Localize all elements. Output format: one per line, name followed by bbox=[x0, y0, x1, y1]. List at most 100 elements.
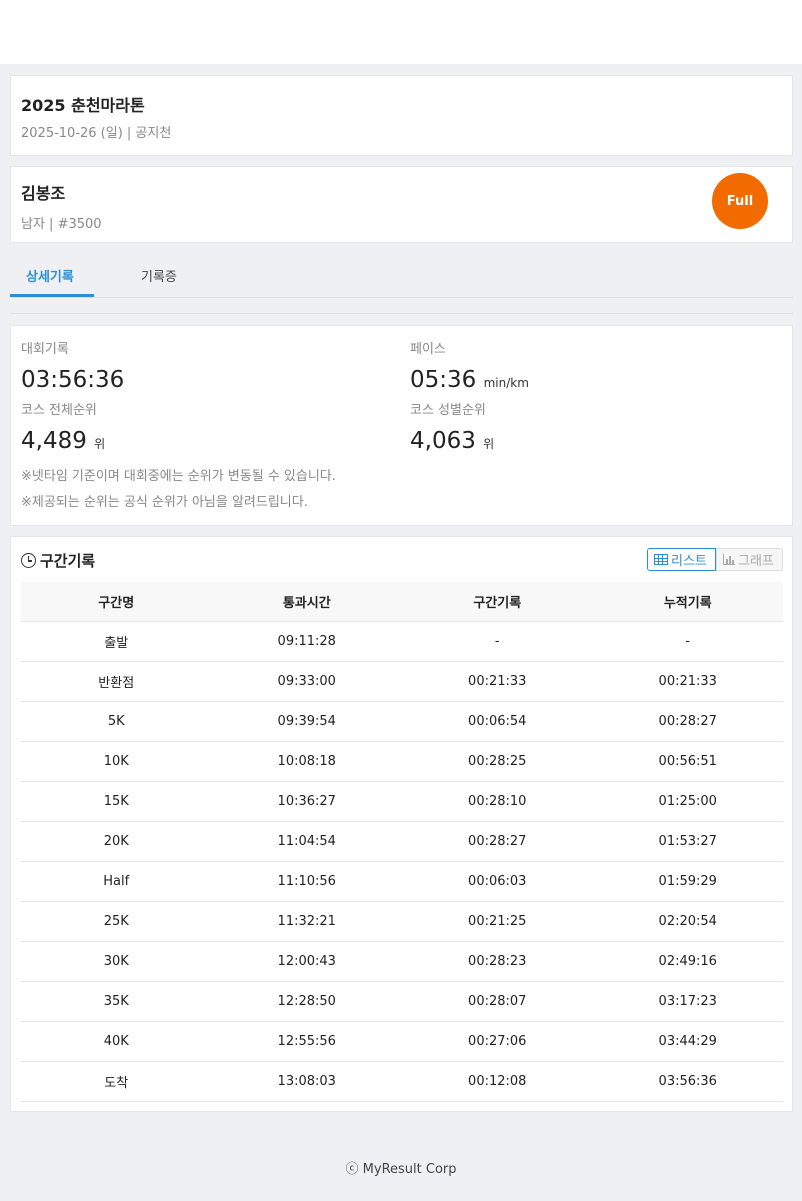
cumulative-time-cell: 03:17:23 bbox=[592, 981, 783, 1022]
footer: ⓒ MyResult Corp bbox=[0, 1158, 802, 1177]
table-row: 도착 13:08:03 00:12:08 03:56:36 bbox=[21, 1061, 783, 1102]
split-time-cell: 00:21:33 bbox=[402, 661, 593, 702]
segment-name-cell: 30K bbox=[21, 941, 212, 982]
splits-card: 구간기록 리스트 그래프 구간명 통과시간 구간기록 누적기록 출발 09:11:… bbox=[10, 536, 793, 1112]
pace-label: 페이스 bbox=[410, 342, 446, 357]
table-row: 15K 10:36:27 00:28:10 01:25:00 bbox=[21, 781, 783, 822]
split-time-cell: 00:27:06 bbox=[402, 1021, 593, 1062]
table-icon bbox=[654, 554, 668, 565]
cumulative-time-cell: 00:28:27 bbox=[592, 701, 783, 742]
split-time-cell: 00:06:54 bbox=[402, 701, 593, 742]
list-view-button[interactable]: 리스트 bbox=[647, 548, 716, 571]
table-row: 5K 09:39:54 00:06:54 00:28:27 bbox=[21, 701, 783, 742]
graph-view-label: 그래프 bbox=[738, 554, 774, 569]
segment-name-cell: 5K bbox=[21, 701, 212, 742]
pass-time-cell: 09:11:28 bbox=[211, 621, 402, 662]
cumulative-time-cell: 03:44:29 bbox=[592, 1021, 783, 1062]
split-time-cell: 00:28:07 bbox=[402, 981, 593, 1022]
top-header bbox=[0, 0, 802, 64]
split-time-cell: 00:21:25 bbox=[402, 901, 593, 942]
finish-time-label: 대회기록 bbox=[21, 342, 69, 357]
segment-name-cell: Half bbox=[21, 861, 212, 902]
cumulative-time-cell: - bbox=[592, 621, 783, 662]
cumulative-time-cell: 00:56:51 bbox=[592, 741, 783, 782]
event-date-location: 2025-10-26 (일) | 공지천 bbox=[21, 126, 172, 141]
event-card: 2025 춘천마라톤 2025-10-26 (일) | 공지천 bbox=[10, 75, 793, 156]
pass-time-cell: 12:00:43 bbox=[211, 941, 402, 982]
pass-time-cell: 12:28:50 bbox=[211, 981, 402, 1022]
table-row: 25K 11:32:21 00:21:25 02:20:54 bbox=[21, 901, 783, 942]
net-time-note: ※넷타임 기준이며 대회중에는 순위가 변동될 수 있습니다. bbox=[21, 469, 336, 484]
table-row: 출발 09:11:28- - bbox=[21, 621, 783, 662]
segment-name-cell: 25K bbox=[21, 901, 212, 942]
splits-title: 구간기록 bbox=[40, 552, 96, 570]
segment-name-cell: 도착 bbox=[21, 1061, 212, 1102]
cumulative-time-cell: 02:49:16 bbox=[592, 941, 783, 982]
table-header-row: 구간명 통과시간 구간기록 누적기록 bbox=[21, 582, 783, 622]
event-title: 2025 춘천마라톤 bbox=[21, 96, 145, 115]
split-time-cell: 00:12:08 bbox=[402, 1061, 593, 1102]
splits-header: 구간기록 bbox=[21, 550, 95, 571]
pass-time-cell: 10:36:27 bbox=[211, 781, 402, 822]
table-row: 10K 10:08:18 00:28:25 00:56:51 bbox=[21, 741, 783, 782]
pass-time-cell: 09:39:54 bbox=[211, 701, 402, 742]
pass-time-cell: 12:55:56 bbox=[211, 1021, 402, 1062]
segment-name-cell: 15K bbox=[21, 781, 212, 822]
gender-rank-block: 4,063 위 bbox=[410, 428, 494, 454]
pass-time-cell: 11:10:56 bbox=[211, 861, 402, 902]
copyright-icon: ⓒ bbox=[345, 1162, 359, 1177]
table-row: 30K 12:00:43 00:28:23 02:49:16 bbox=[21, 941, 783, 982]
table-row: 35K 12:28:50 00:28:07 03:17:23 bbox=[21, 981, 783, 1022]
cumulative-time-cell: 01:53:27 bbox=[592, 821, 783, 862]
tab-certificate[interactable]: 기록증 bbox=[141, 266, 177, 285]
course-badge: Full bbox=[712, 173, 768, 229]
segment-name-cell: 35K bbox=[21, 981, 212, 1022]
cumulative-time-cell: 03:56:36 bbox=[592, 1061, 783, 1102]
pace-value: 05:36 bbox=[410, 367, 477, 393]
segment-name-cell: 반환점 bbox=[21, 661, 212, 702]
pass-time-cell: 11:32:21 bbox=[211, 901, 402, 942]
cumulative-time-cell: 01:25:00 bbox=[592, 781, 783, 822]
gender-rank-label: 코스 성별순위 bbox=[410, 403, 486, 418]
cumulative-time-cell: 01:59:29 bbox=[592, 861, 783, 902]
overall-rank-value: 4,489 bbox=[21, 428, 87, 454]
table-row: Half 11:10:56 00:06:03 01:59:29 bbox=[21, 861, 783, 902]
list-view-label: 리스트 bbox=[671, 554, 707, 569]
clock-icon bbox=[21, 553, 36, 568]
split-time-cell: - bbox=[402, 621, 593, 662]
segment-name-cell: 20K bbox=[21, 821, 212, 862]
runner-gender-bib: 남자 | #3500 bbox=[21, 217, 102, 232]
pass-time-cell: 10:08:18 bbox=[211, 741, 402, 782]
segment-name-cell: 10K bbox=[21, 741, 212, 782]
column-header-split-time: 구간기록 bbox=[402, 582, 593, 622]
overall-rank-block: 4,489 위 bbox=[21, 428, 105, 454]
split-time-cell: 00:28:25 bbox=[402, 741, 593, 782]
column-header-cumulative: 누적기록 bbox=[592, 582, 783, 622]
bar-chart-icon bbox=[723, 554, 735, 565]
footer-text: MyResult Corp bbox=[362, 1162, 457, 1177]
table-row: 40K 12:55:56 00:27:06 03:44:29 bbox=[21, 1021, 783, 1062]
tab-detail-record[interactable]: 상세기록 bbox=[26, 266, 74, 285]
split-time-cell: 00:28:27 bbox=[402, 821, 593, 862]
cumulative-time-cell: 00:21:33 bbox=[592, 661, 783, 702]
gender-rank-value: 4,063 bbox=[410, 428, 476, 454]
table-row: 20K 11:04:54 00:28:27 01:53:27 bbox=[21, 821, 783, 862]
splits-table: 구간명 통과시간 구간기록 누적기록 출발 09:11:28- - 반환점 09:33:… bbox=[21, 582, 783, 1102]
runner-name: 김봉조 bbox=[21, 184, 66, 203]
pace-unit: min/km bbox=[483, 376, 529, 390]
record-summary-card: 대회기록 03:56:36 페이스 05:36 min/km 코스 전체순위 4… bbox=[10, 325, 793, 526]
unofficial-rank-note: ※제공되는 순위는 공식 순위가 아님을 알려드립니다. bbox=[21, 495, 308, 510]
section-divider bbox=[10, 313, 793, 314]
column-header-segment: 구간명 bbox=[21, 582, 212, 622]
graph-view-button[interactable]: 그래프 bbox=[716, 548, 783, 571]
segment-name-cell: 출발 bbox=[21, 621, 212, 662]
table-row: 반환점 09:33:00 00:21:33 00:21:33 bbox=[21, 661, 783, 702]
runner-card: 김봉조 남자 | #3500 Full bbox=[10, 166, 793, 243]
cumulative-time-cell: 02:20:54 bbox=[592, 901, 783, 942]
pass-time-cell: 11:04:54 bbox=[211, 821, 402, 862]
overall-rank-label: 코스 전체순위 bbox=[21, 403, 97, 418]
active-tab-indicator bbox=[10, 294, 94, 297]
finish-time-value: 03:56:36 bbox=[21, 367, 125, 393]
overall-rank-unit: 위 bbox=[94, 437, 106, 451]
split-time-cell: 00:28:23 bbox=[402, 941, 593, 982]
